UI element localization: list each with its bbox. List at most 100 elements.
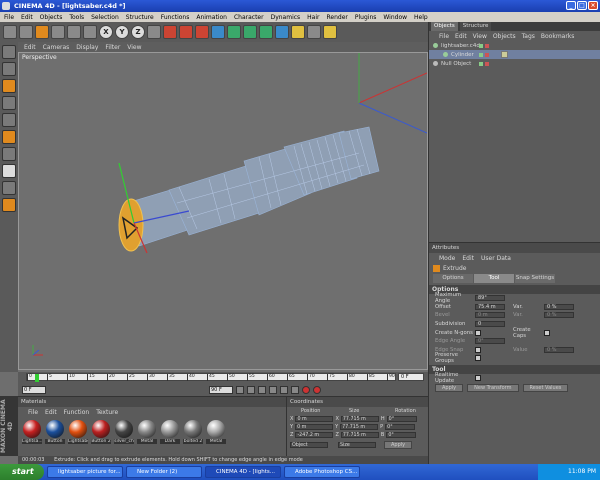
menu-file[interactable]: File — [4, 14, 14, 21]
deformer-icon[interactable] — [275, 25, 289, 39]
visibility-flag-icon[interactable] — [479, 61, 483, 66]
materials-menu-function[interactable]: Function — [64, 409, 90, 416]
materials-menu-texture[interactable]: Texture — [96, 409, 118, 416]
points-mode-icon[interactable] — [2, 113, 16, 127]
go-to-end-icon[interactable] — [291, 386, 299, 394]
size-y-field[interactable]: 77.715 m — [340, 424, 379, 430]
viewport-menu-edit[interactable]: Edit — [24, 44, 36, 51]
use-object-tool-icon[interactable] — [2, 62, 16, 76]
autokey-icon[interactable] — [313, 386, 321, 394]
start-frame-field[interactable]: 0 F — [22, 386, 46, 394]
attributes-menu-mode[interactable]: Mode — [439, 255, 455, 262]
material-swatch[interactable]: Dark — [160, 420, 180, 444]
menu-animation[interactable]: Animation — [196, 14, 227, 21]
tab-snap-settings[interactable]: Snap Settings — [515, 274, 555, 283]
maximize-button[interactable]: □ — [577, 1, 587, 10]
menu-plugins[interactable]: Plugins — [355, 14, 377, 21]
redo-icon[interactable] — [19, 25, 33, 39]
render-flag-icon[interactable] — [485, 52, 489, 57]
value-field[interactable]: 0 % — [544, 346, 574, 353]
bevel-field[interactable]: 0 m — [475, 312, 505, 319]
play-backwards-icon[interactable] — [258, 386, 266, 394]
create-ngons-checkbox[interactable] — [475, 329, 481, 336]
material-swatch[interactable]: Metal — [206, 420, 226, 444]
var2-field[interactable]: 0 % — [544, 312, 574, 319]
viewport-menu-cameras[interactable]: Cameras — [43, 44, 70, 51]
menu-edit[interactable]: Edit — [21, 14, 33, 21]
animation-mode-icon[interactable] — [2, 164, 16, 178]
render-picture-viewer-icon[interactable] — [179, 25, 193, 39]
attributes-menu-user-data[interactable]: User Data — [481, 255, 511, 262]
material-swatch[interactable]: Lightsa... — [22, 420, 42, 444]
material-swatch[interactable]: Metal — [137, 420, 157, 444]
inverse-kinematics-icon[interactable] — [2, 181, 16, 195]
tab-tool[interactable]: Tool — [474, 274, 514, 283]
z-axis-icon[interactable]: Z — [131, 25, 145, 39]
materials-menu-file[interactable]: File — [28, 409, 38, 416]
spline-icon[interactable] — [259, 25, 273, 39]
current-frame-field[interactable]: 0 F — [398, 373, 424, 381]
render-flag-icon[interactable] — [485, 43, 489, 48]
live-selection-icon[interactable] — [35, 25, 49, 39]
use-texture-tool-icon[interactable] — [2, 79, 16, 93]
material-swatch[interactable]: Lightsaber — [68, 420, 88, 444]
coordinate-system-icon[interactable] — [147, 25, 161, 39]
record-icon[interactable] — [302, 386, 310, 394]
edge-snap-checkbox[interactable] — [475, 346, 481, 353]
end-frame-field[interactable]: 90 F — [209, 386, 233, 394]
move-icon[interactable] — [51, 25, 65, 39]
offset-field[interactable]: 75.4 m — [475, 303, 505, 310]
menu-window[interactable]: Window — [383, 14, 407, 21]
objects-menu-objects[interactable]: Objects — [493, 33, 516, 40]
material-swatch[interactable]: Button — [45, 420, 65, 444]
nurbs-icon[interactable] — [227, 25, 241, 39]
edge-angle-field[interactable]: 0° — [475, 338, 505, 345]
scale-icon[interactable] — [67, 25, 81, 39]
objects-menu-view[interactable]: View — [473, 33, 487, 40]
viewport-menu-display[interactable]: Display — [76, 44, 98, 51]
x-axis-icon[interactable]: X — [99, 25, 113, 39]
pos-x-field[interactable]: 0 m — [295, 416, 334, 422]
menu-dynamics[interactable]: Dynamics — [271, 14, 301, 21]
object-row[interactable]: Cylinder — [429, 50, 600, 59]
objects-menu-tags[interactable]: Tags — [522, 33, 535, 40]
go-to-start-icon[interactable] — [236, 386, 244, 394]
objects-menu-file[interactable]: File — [439, 33, 449, 40]
taskbar-item[interactable]: lightsaber picture for... — [47, 466, 123, 478]
rotate-icon[interactable] — [83, 25, 97, 39]
tweak-mode-icon[interactable] — [2, 198, 16, 212]
viewport-menu-filter[interactable]: Filter — [105, 44, 120, 51]
objects-menu-bookmarks[interactable]: Bookmarks — [541, 33, 575, 40]
menu-functions[interactable]: Functions — [161, 14, 190, 21]
material-swatch[interactable]: silver_ch — [114, 420, 134, 444]
next-key-icon[interactable] — [280, 386, 288, 394]
perspective-viewport[interactable]: Perspective — [18, 52, 428, 370]
object-row[interactable]: Null Object — [429, 59, 600, 68]
menu-objects[interactable]: Objects — [40, 14, 63, 21]
play-icon[interactable] — [269, 386, 277, 394]
minimize-button[interactable]: _ — [566, 1, 576, 10]
playhead[interactable] — [35, 374, 39, 382]
new-transform-button[interactable]: New Transform — [467, 384, 519, 393]
subdivision-field[interactable]: 0 — [475, 321, 505, 328]
tab-options[interactable]: Options — [433, 274, 473, 283]
visibility-flag-icon[interactable] — [479, 43, 483, 48]
cube-icon[interactable] — [211, 25, 225, 39]
tab-structure[interactable]: Structure — [459, 22, 492, 31]
objects-menu-edit[interactable]: Edit — [455, 33, 467, 40]
render-settings-icon[interactable] — [195, 25, 209, 39]
undo-icon[interactable] — [3, 25, 17, 39]
render-flag-icon[interactable] — [485, 61, 489, 66]
timeline[interactable]: 0 5 10 15 20 25 30 35 40 45 50 55 60 65 70 75 80 85 90 0 F — [18, 372, 428, 384]
y-axis-icon[interactable]: Y — [115, 25, 129, 39]
tab-objects[interactable]: Objects — [431, 22, 458, 31]
taskbar-item[interactable]: Adobe Photoshop CS... — [284, 466, 360, 478]
materials-menu-edit[interactable]: Edit — [45, 409, 57, 416]
timeline-ruler[interactable]: 0 5 10 15 20 25 30 35 40 45 50 55 60 65 70 75 80 85 90 — [26, 373, 396, 382]
taskbar-item[interactable]: CINEMA 4D - [lights... — [205, 466, 281, 478]
render-view-icon[interactable] — [163, 25, 177, 39]
array-icon[interactable] — [243, 25, 257, 39]
menu-help[interactable]: Help — [414, 14, 428, 21]
realtime-update-checkbox[interactable]: ✓ — [475, 375, 481, 382]
rot-h-field[interactable]: 0° — [386, 416, 417, 422]
